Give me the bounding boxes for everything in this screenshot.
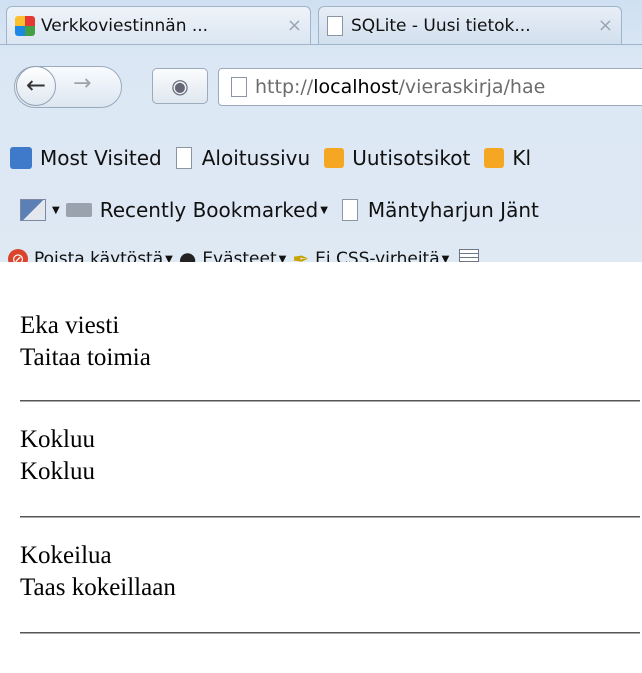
bookmarks-toolbar-2: ▼ Recently Bookmarked ▼ Mäntyharjun Jänt [0,190,642,230]
post-divider [20,400,640,402]
post: Kokluu Kokluu [20,424,640,488]
rss-icon [324,148,345,168]
post-body: Taitaa toimia [20,344,151,371]
tabstrip-divider [0,44,642,45]
close-tab-icon[interactable]: × [598,15,613,36]
post-divider [20,632,640,634]
back-button[interactable]: ← [16,66,56,106]
bookmark-most-visited[interactable]: Most Visited [40,146,162,170]
close-tab-icon[interactable]: × [287,15,302,36]
bookmark-aloitussivu[interactable]: Aloitussivu [202,146,310,170]
web-developer-icon[interactable] [20,199,46,221]
back-forward-group: ← → [14,66,122,108]
post-title: Kokeilua [20,542,112,569]
forward-button[interactable]: → [73,71,91,96]
post-title: Kokluu [20,426,95,453]
url-scheme: http:// [255,76,314,98]
post-divider [20,516,640,518]
page-content: Eka viesti Taitaa toimia Kokluu Kokluu K… [0,262,642,673]
post-body: Taas kokeillaan [20,574,176,601]
tab-title: SQLite - Uusi tietok... [351,15,531,36]
joomla-icon [15,15,35,36]
chevron-down-icon: ▼ [320,204,328,216]
bookmarks-toolbar: Most Visited Aloitussivu Uutisotsikot Kl [0,138,642,178]
bookmark-truncated[interactable]: Kl [512,146,531,170]
post-title: Eka viesti [20,312,120,339]
page-icon [341,199,358,221]
url-path: /vieraskirja/hae [398,76,546,98]
tab-sqlite[interactable]: SQLite - Uusi tietok... × [318,6,622,44]
recently-bookmarked-menu[interactable]: Recently Bookmarked [100,198,318,222]
post: Kokeilua Taas kokeillaan [20,540,640,604]
page-icon [175,147,192,169]
browser-chrome: Verkkoviestinnän ... × SQLite - Uusi tie… [0,0,642,271]
url-bar[interactable]: http://localhost/vieraskirja/hae [218,68,642,106]
page-icon [327,15,343,36]
page-icon [231,77,247,97]
rss-icon [484,148,505,168]
site-identity-button[interactable]: ◉ [152,68,208,104]
bookmark-mantyharjun[interactable]: Mäntyharjun Jänt [368,198,539,222]
url-host: localhost [313,76,399,98]
navigation-bar: ← → ◉ http://localhost/vieraskirja/hae [0,62,642,118]
post-body: Kokluu [20,458,95,485]
tab-title: Verkkoviestinnän ... [41,15,209,36]
bookmark-uutisotsikot[interactable]: Uutisotsikot [352,146,470,170]
post: Eka viesti Taitaa toimia [20,310,640,374]
most-visited-icon [10,147,32,169]
tag-icon [65,203,92,217]
tab-verkkoviestinnan[interactable]: Verkkoviestinnän ... × [6,6,311,44]
chevron-down-icon: ▼ [52,204,60,216]
